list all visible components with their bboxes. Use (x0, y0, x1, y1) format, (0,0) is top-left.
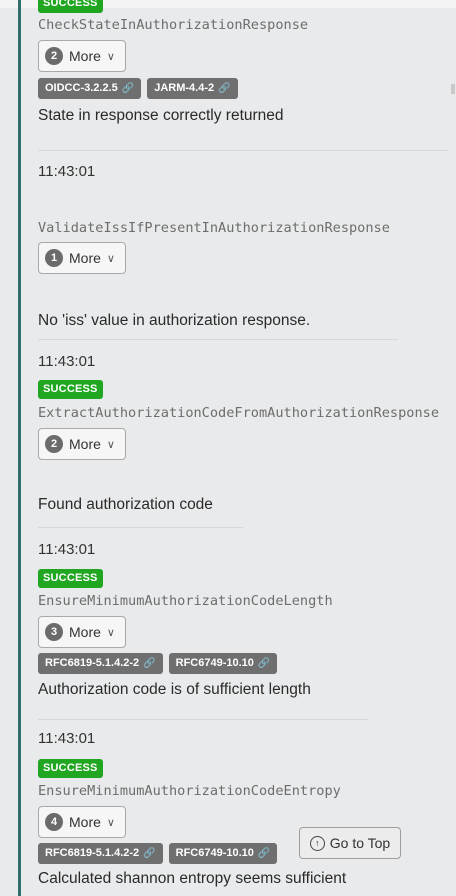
condition-name: EnsureMinimumAuthorizationCodeLength (38, 593, 333, 609)
requirement-link[interactable]: RFC6819-5.1.4.2-2 🔗 (38, 653, 163, 674)
timestamp: 11:43:01 (38, 730, 96, 747)
status-badge: SUCCESS (38, 0, 103, 13)
link-icon: 🔗 (143, 658, 156, 669)
status-badge: SUCCESS (38, 569, 103, 588)
more-count-badge: 1 (45, 249, 63, 267)
requirement-link[interactable]: RFC6819-5.1.4.2-2 🔗 (38, 843, 163, 864)
more-count-badge: 4 (45, 813, 63, 831)
more-button[interactable]: 2 More ∨ (38, 428, 126, 460)
go-to-top-label: Go to Top (329, 835, 391, 851)
log-entry: SUCCESS CheckStateInAuthorizationRespons… (38, 0, 456, 127)
more-label: More (69, 436, 101, 452)
chevron-down-icon: ∨ (106, 816, 115, 829)
link-icon: 🔗 (121, 83, 135, 94)
chevron-down-icon: ∨ (106, 252, 115, 265)
requirement-link[interactable]: RFC6749-10.10 🔗 (168, 653, 278, 674)
result-message: Calculated shannon entropy seems suffici… (38, 870, 347, 887)
more-count-badge: 2 (45, 435, 63, 453)
arrow-up-circle-icon: ↑ (309, 835, 325, 851)
entry-divider (38, 719, 368, 720)
entry-divider (38, 527, 243, 528)
more-label: More (69, 48, 101, 64)
entry-divider (38, 339, 398, 340)
chevron-down-icon: ∨ (106, 50, 115, 63)
more-count-badge: 2 (45, 47, 63, 65)
condition-name: ValidateIssIfPresentInAuthorizationRespo… (38, 220, 390, 236)
more-label: More (69, 250, 101, 266)
chevron-down-icon: ∨ (106, 626, 115, 639)
condition-name: CheckStateInAuthorizationResponse (38, 17, 309, 33)
timestamp: 11:43:01 (38, 353, 96, 370)
more-label: More (69, 814, 101, 830)
log-rail (18, 0, 21, 896)
timestamp: 11:43:01 (38, 541, 96, 558)
link-icon: 🔗 (143, 848, 156, 859)
link-icon: 🔗 (257, 848, 271, 859)
requirement-refs: OIDCC-3.2.2.5 🔗 JARM-4.4-2 🔗 (38, 78, 456, 100)
entry-divider (38, 150, 448, 151)
link-icon: 🔗 (257, 658, 271, 669)
more-count-badge: 3 (45, 623, 63, 641)
status-badge: SUCCESS (38, 759, 103, 778)
requirement-link[interactable]: OIDCC-3.2.2.5 🔗 (38, 78, 142, 99)
condition-name: ExtractAuthorizationCodeFromAuthorizatio… (38, 405, 440, 421)
result-message: Found authorization code (38, 496, 213, 513)
timestamp: 11:43:01 (38, 163, 96, 180)
more-button[interactable]: 1 More ∨ (38, 242, 126, 274)
result-message: No 'iss' value in authorization response… (38, 312, 311, 329)
result-message: State in response correctly returned (38, 107, 284, 124)
more-button[interactable]: 2 More ∨ (38, 40, 126, 72)
result-message: Authorization code is of sufficient leng… (38, 681, 311, 698)
more-button[interactable]: 4 More ∨ (38, 806, 126, 838)
requirement-refs: RFC6819-5.1.4.2-2 🔗 RFC6749-10.10 🔗 (38, 653, 456, 675)
test-log-page: SUCCESS CheckStateInAuthorizationRespons… (0, 0, 456, 896)
log-entry: 11:43:01 ValidateIssIfPresentInAuthoriza… (38, 162, 456, 332)
requirement-link[interactable]: JARM-4.4-2 🔗 (147, 78, 238, 99)
link-icon: 🔗 (218, 83, 231, 94)
status-badge: SUCCESS (38, 380, 103, 399)
log-entry: 11:43:01 SUCCESS ExtractAuthorizationCod… (38, 352, 456, 516)
requirement-link[interactable]: RFC6749-10.10 🔗 (168, 843, 278, 864)
condition-name: EnsureMinimumAuthorizationCodeEntropy (38, 783, 341, 799)
more-label: More (69, 624, 101, 640)
log-entry: 11:43:01 SUCCESS EnsureMinimumAuthorizat… (38, 729, 456, 890)
go-to-top-button[interactable]: ↑ Go to Top (299, 827, 401, 859)
more-button[interactable]: 3 More ∨ (38, 616, 126, 648)
chevron-down-icon: ∨ (106, 438, 115, 451)
log-entry: 11:43:01 SUCCESS EnsureMinimumAuthorizat… (38, 540, 456, 701)
log-list: SUCCESS CheckStateInAuthorizationRespons… (38, 0, 456, 896)
